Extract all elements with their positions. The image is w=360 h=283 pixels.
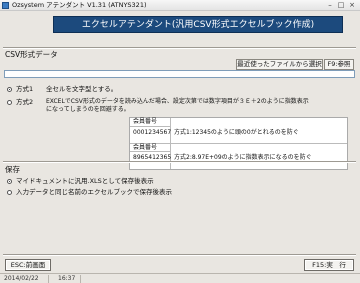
table-header: 会員番号 bbox=[133, 118, 158, 125]
f15-execute-button[interactable]: F15:実 行 bbox=[304, 259, 354, 271]
minimize-icon[interactable]: – bbox=[325, 1, 335, 9]
save-section-label: 保存 bbox=[5, 165, 20, 174]
section-divider bbox=[3, 254, 356, 256]
title-bar: Ozsystem アテンダント V1.31 (ATNYS321) – □ × bbox=[0, 0, 360, 11]
header-banner: エクセルアテンダント(汎用CSV形式エクセルブック作成) bbox=[53, 16, 343, 33]
table-header: 会員番号 bbox=[133, 144, 158, 151]
status-bar: 2014/02/22 16:37 bbox=[0, 273, 360, 283]
status-date: 2014/02/22 bbox=[4, 275, 39, 282]
section-divider bbox=[3, 47, 356, 49]
save-option1-radio[interactable] bbox=[7, 179, 12, 184]
window-title: Ozsystem アテンダント V1.31 (ATNYS321) bbox=[12, 1, 147, 9]
csv-file-input[interactable] bbox=[4, 70, 355, 78]
close-icon[interactable]: × bbox=[347, 1, 357, 9]
method2-radio[interactable] bbox=[7, 100, 12, 105]
method2-description-line1: EXCELでCSV形式のデータを読み込んだ場合、設定次第では数字項目が３Ｅ＋2の… bbox=[46, 98, 309, 105]
save-option2-label[interactable]: 入力データと同じ名前のエクセルブックで保存後表示 bbox=[16, 188, 172, 196]
method2-label[interactable]: 方式2 bbox=[16, 98, 33, 106]
table-cell: 0001234567 bbox=[133, 129, 172, 136]
esc-back-button[interactable]: ESC:前画面 bbox=[5, 259, 51, 271]
maximize-icon[interactable]: □ bbox=[336, 1, 346, 9]
recent-files-button[interactable]: 最近使ったファイルから選択 bbox=[236, 59, 323, 70]
f9-browse-button[interactable]: F9:参照 bbox=[324, 59, 354, 70]
method2-description-line2: になってしまうのを回避する。 bbox=[46, 106, 130, 113]
method1-radio[interactable] bbox=[7, 87, 12, 92]
method1-description: 全セルを文字型とする。 bbox=[46, 85, 118, 93]
status-divider bbox=[80, 275, 81, 283]
status-time: 16:37 bbox=[58, 275, 76, 282]
table-divider bbox=[130, 126, 170, 127]
save-option1-label[interactable]: マイドキュメントに汎用.XLSとして保存後表示 bbox=[16, 177, 154, 185]
csv-section-label: CSV形式データ bbox=[5, 50, 58, 59]
section-divider bbox=[3, 161, 356, 163]
status-divider bbox=[48, 275, 49, 283]
table-divider bbox=[130, 143, 347, 144]
save-option2-radio[interactable] bbox=[7, 190, 12, 195]
table-cell: 方式1:12345のように頭の0がとれるのを防ぐ bbox=[174, 129, 299, 136]
method1-label[interactable]: 方式1 bbox=[16, 85, 33, 93]
app-icon bbox=[2, 2, 9, 9]
